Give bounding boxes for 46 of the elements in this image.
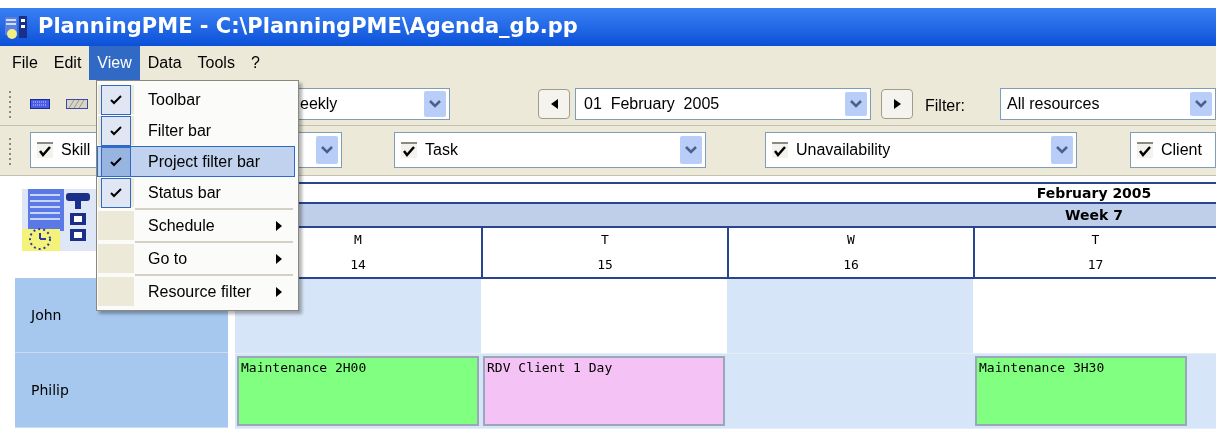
date-label: 15 <box>597 256 613 275</box>
toolbar-grip-icon[interactable] <box>8 136 12 166</box>
date-label: 14 <box>350 256 366 275</box>
filter-combo[interactable]: Client <box>1130 132 1216 168</box>
checkbox[interactable] <box>772 142 788 158</box>
toolbar-grip-icon[interactable] <box>8 88 12 119</box>
grid-view-icon[interactable] <box>30 98 50 109</box>
left-triangle-icon <box>550 99 558 109</box>
event-block[interactable]: Maintenance 2H00 <box>237 356 479 426</box>
weekday-label: T <box>1091 230 1100 249</box>
menu-item[interactable]: Status bar <box>97 177 295 208</box>
menu-item[interactable]: Schedule <box>97 210 295 241</box>
menu-item[interactable]: Project filter bar <box>97 146 295 177</box>
submenu-arrow-icon <box>276 253 282 264</box>
menu-item[interactable]: Tools <box>189 46 243 80</box>
filter-combo[interactable]: Unavailability <box>765 132 1077 168</box>
menu-item[interactable]: Edit <box>45 46 90 80</box>
filter-label: Filter: <box>925 96 965 116</box>
menu-item[interactable]: View <box>89 46 140 80</box>
filter-combo[interactable]: Task <box>394 132 706 168</box>
next-button[interactable] <box>881 89 913 119</box>
weekday-label: W <box>847 230 855 249</box>
checkbox[interactable] <box>1137 142 1153 158</box>
menu-item[interactable]: ? <box>242 46 268 80</box>
date-label: 17 <box>1087 256 1104 275</box>
window-title: PlanningPME - C:\PlanningPME\Agenda_gb.pp <box>38 13 578 41</box>
hatched-view-icon[interactable] <box>66 98 88 109</box>
date-combo[interactable]: 01 February 2005 <box>575 88 871 120</box>
menu-item[interactable]: Resource filter <box>97 276 295 307</box>
event-block[interactable]: RDV Client 1 Day <box>483 356 725 426</box>
right-triangle-icon <box>893 99 901 109</box>
weekday-label: T <box>601 230 609 249</box>
resource-name: Philip <box>15 353 228 428</box>
checkbox[interactable] <box>37 142 53 158</box>
submenu-arrow-icon <box>276 286 282 297</box>
submenu-arrow-icon <box>276 220 282 231</box>
menu-item[interactable]: File <box>4 46 46 80</box>
date-label: 16 <box>843 256 859 275</box>
menu-item[interactable]: Data <box>139 46 190 80</box>
event-block[interactable]: Maintenance 3H30 <box>975 356 1187 426</box>
weekday-label: M <box>354 230 362 249</box>
app-icon <box>4 14 30 40</box>
checkbox[interactable] <box>401 142 417 158</box>
filter-combo[interactable]: All resources <box>1000 88 1216 120</box>
menu-item[interactable]: Go to <box>97 243 295 274</box>
previous-button[interactable] <box>538 89 570 119</box>
